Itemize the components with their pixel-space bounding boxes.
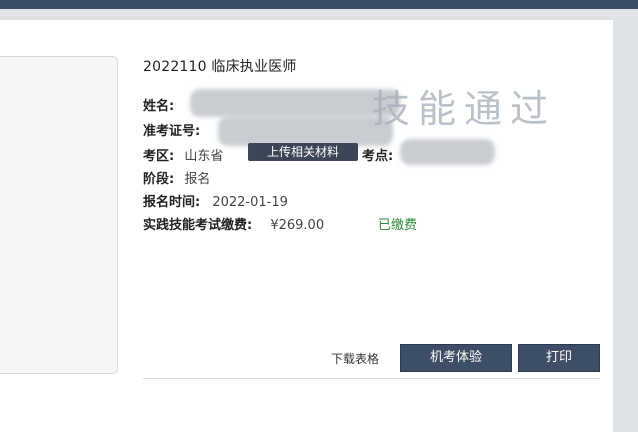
fee-value: ¥269.00 [270, 218, 325, 233]
stage-value: 报名 [184, 172, 211, 187]
exam-title: 2022110 临床执业医师 [143, 59, 297, 75]
fee-status-badge: 已缴费 [378, 218, 418, 233]
mock-exam-button[interactable]: 机考体验 [400, 344, 512, 372]
download-form-link[interactable]: 下载表格 [331, 350, 379, 367]
registration-time-value: 2022-01-19 [212, 195, 288, 210]
area-value: 山东省 [184, 149, 224, 164]
registration-time-label: 报名时间: [143, 195, 201, 210]
fee-label: 实践技能考试缴费: [143, 218, 253, 233]
ticket-label: 准考证号: [143, 124, 201, 139]
ticket-row: 准考证号: [143, 120, 200, 139]
redacted-name [190, 89, 400, 117]
registration-time-row: 报名时间: 2022-01-19 [143, 191, 288, 210]
area-row: 考区: 山东省 [143, 145, 223, 164]
photo-box [0, 56, 118, 374]
name-row: 姓名: [143, 95, 174, 114]
exam-point-label: 考点: [362, 149, 394, 164]
stage-label: 阶段: [143, 172, 175, 187]
redacted-exam-point [400, 139, 495, 165]
stage-row: 阶段: 报名 [143, 168, 210, 187]
fee-row: 实践技能考试缴费: ¥269.00 [143, 214, 324, 233]
divider [143, 378, 600, 379]
top-nav-bar [0, 0, 638, 9]
redacted-ticket [218, 116, 393, 146]
print-button[interactable]: 打印 [518, 344, 600, 372]
area-label: 考区: [143, 149, 175, 164]
name-label: 姓名: [143, 99, 175, 114]
watermark-text: 技能通过 [372, 87, 557, 131]
upload-materials-button[interactable]: 上传相关材料 [248, 143, 358, 161]
